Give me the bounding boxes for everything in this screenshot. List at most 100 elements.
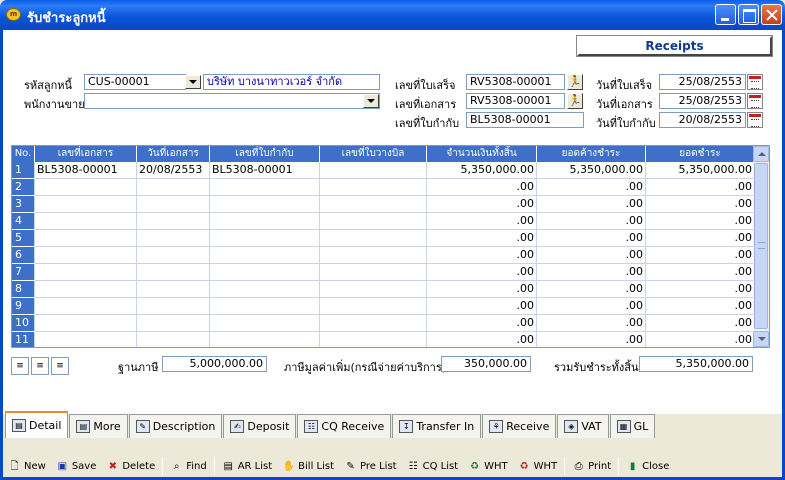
- maximize-button[interactable]: [738, 4, 759, 25]
- table-cell[interactable]: [320, 196, 427, 213]
- table-cell[interactable]: .00: [427, 247, 537, 264]
- table-cell[interactable]: .00: [537, 315, 646, 332]
- table-cell[interactable]: [210, 281, 320, 298]
- table-cell[interactable]: .00: [427, 179, 537, 196]
- table-cell[interactable]: [35, 332, 137, 347]
- table-row[interactable]: 5.00.00.00: [12, 230, 755, 247]
- table-cell[interactable]: [137, 213, 210, 230]
- table-cell[interactable]: 5,350,000.00: [537, 162, 646, 179]
- receipt-grid[interactable]: No. เลขที่เอกสาร วันที่เอกสาร เลขที่ใบกำ…: [11, 145, 770, 348]
- table-cell[interactable]: [210, 298, 320, 315]
- table-cell[interactable]: [320, 230, 427, 247]
- table-cell[interactable]: .00: [537, 281, 646, 298]
- table-cell[interactable]: [35, 264, 137, 281]
- table-cell[interactable]: 5,350,000.00: [427, 162, 537, 179]
- table-cell[interactable]: .00: [537, 298, 646, 315]
- table-cell[interactable]: [210, 247, 320, 264]
- table-row[interactable]: 1 BL5308-00001 20/08/2553 BL5308-00001 5,350…: [12, 162, 755, 179]
- doc-no-lookup-icon[interactable]: 🏃: [567, 93, 583, 109]
- table-cell[interactable]: [137, 230, 210, 247]
- minimize-button[interactable]: [715, 4, 736, 25]
- tab-description[interactable]: ✎ Description: [128, 414, 223, 438]
- table-row[interactable]: 11.00.00.00: [12, 332, 755, 347]
- salesman-field[interactable]: [84, 93, 380, 109]
- delete-button[interactable]: ✖ Delete: [101, 456, 160, 476]
- table-cell[interactable]: .00: [427, 213, 537, 230]
- table-cell[interactable]: .00: [537, 264, 646, 281]
- receipt-date-calendar-icon[interactable]: [747, 74, 763, 90]
- table-cell[interactable]: [210, 196, 320, 213]
- table-row[interactable]: 2.00.00.00: [12, 179, 755, 196]
- customer-dropdown-button[interactable]: [185, 75, 201, 89]
- tab-more[interactable]: ▤ More: [69, 414, 128, 438]
- table-cell[interactable]: BL5308-00001: [35, 162, 137, 179]
- table-cell[interactable]: [35, 315, 137, 332]
- table-cell[interactable]: [320, 213, 427, 230]
- customer-code-field[interactable]: CUS-00001: [84, 74, 186, 90]
- table-cell[interactable]: 5,350,000.00: [646, 162, 755, 179]
- table-cell[interactable]: .00: [537, 179, 646, 196]
- receipt-no-lookup-icon[interactable]: 🏃: [567, 74, 583, 90]
- table-row[interactable]: 3.00.00.00: [12, 196, 755, 213]
- ar-list-button[interactable]: ▤ AR List: [217, 456, 277, 476]
- table-cell[interactable]: .00: [537, 196, 646, 213]
- table-cell[interactable]: [35, 230, 137, 247]
- table-row[interactable]: 6.00.00.00: [12, 247, 755, 264]
- table-cell[interactable]: .00: [646, 230, 755, 247]
- table-cell[interactable]: .00: [646, 298, 755, 315]
- table-cell[interactable]: [320, 298, 427, 315]
- insert-row-icon[interactable]: ≡: [11, 357, 29, 375]
- table-cell[interactable]: [210, 264, 320, 281]
- table-cell[interactable]: [320, 179, 427, 196]
- table-cell[interactable]: .00: [646, 247, 755, 264]
- tab-vat[interactable]: ◈ VAT: [557, 414, 609, 438]
- tab-deposit[interactable]: ✍ Deposit: [223, 414, 297, 438]
- table-cell[interactable]: .00: [427, 332, 537, 347]
- table-cell[interactable]: .00: [537, 332, 646, 347]
- table-cell[interactable]: .00: [646, 213, 755, 230]
- wht-button-1[interactable]: ♻ WHT: [463, 456, 513, 476]
- tab-detail[interactable]: ▤ Detail: [5, 411, 69, 438]
- table-cell[interactable]: [137, 281, 210, 298]
- table-cell[interactable]: BL5308-00001: [210, 162, 320, 179]
- table-cell[interactable]: [137, 264, 210, 281]
- table-cell[interactable]: [35, 281, 137, 298]
- wht-button-2[interactable]: ♻ WHT: [513, 456, 563, 476]
- table-row[interactable]: 10.00.00.00: [12, 315, 755, 332]
- tab-receive[interactable]: ⚘ Receive: [482, 414, 557, 438]
- table-cell[interactable]: .00: [646, 179, 755, 196]
- scroll-down-icon[interactable]: [753, 331, 769, 347]
- table-cell[interactable]: .00: [427, 281, 537, 298]
- table-cell[interactable]: [137, 247, 210, 264]
- table-cell[interactable]: .00: [537, 213, 646, 230]
- table-cell[interactable]: .00: [427, 298, 537, 315]
- table-cell[interactable]: [210, 332, 320, 347]
- table-cell[interactable]: .00: [427, 315, 537, 332]
- table-cell[interactable]: [210, 230, 320, 247]
- table-cell[interactable]: [210, 315, 320, 332]
- close-button[interactable]: ▮ Close: [621, 456, 674, 476]
- save-button[interactable]: ▣ Save: [51, 456, 102, 476]
- table-cell[interactable]: [137, 315, 210, 332]
- bill-list-button[interactable]: ✋ Bill List: [277, 456, 339, 476]
- table-cell[interactable]: 20/08/2553: [137, 162, 210, 179]
- grid-scrollbar[interactable]: [753, 146, 769, 347]
- table-cell[interactable]: .00: [646, 332, 755, 347]
- find-button[interactable]: ⌕ Find: [165, 456, 212, 476]
- new-button[interactable]: 🗋 New: [3, 456, 51, 476]
- table-cell[interactable]: [320, 281, 427, 298]
- table-cell[interactable]: .00: [646, 196, 755, 213]
- tab-gl[interactable]: ▦ GL: [609, 414, 656, 438]
- table-row[interactable]: 7.00.00.00: [12, 264, 755, 281]
- table-cell[interactable]: [137, 332, 210, 347]
- table-row[interactable]: 8.00.00.00: [12, 281, 755, 298]
- close-window-button[interactable]: [761, 4, 782, 25]
- table-cell[interactable]: [320, 315, 427, 332]
- table-cell[interactable]: [35, 298, 137, 315]
- table-cell[interactable]: .00: [537, 230, 646, 247]
- doc-no-field[interactable]: RV5308-00001: [466, 93, 565, 109]
- table-cell[interactable]: .00: [427, 230, 537, 247]
- delete-row-icon[interactable]: ≡: [51, 357, 69, 375]
- table-cell[interactable]: [320, 162, 427, 179]
- table-cell[interactable]: .00: [646, 281, 755, 298]
